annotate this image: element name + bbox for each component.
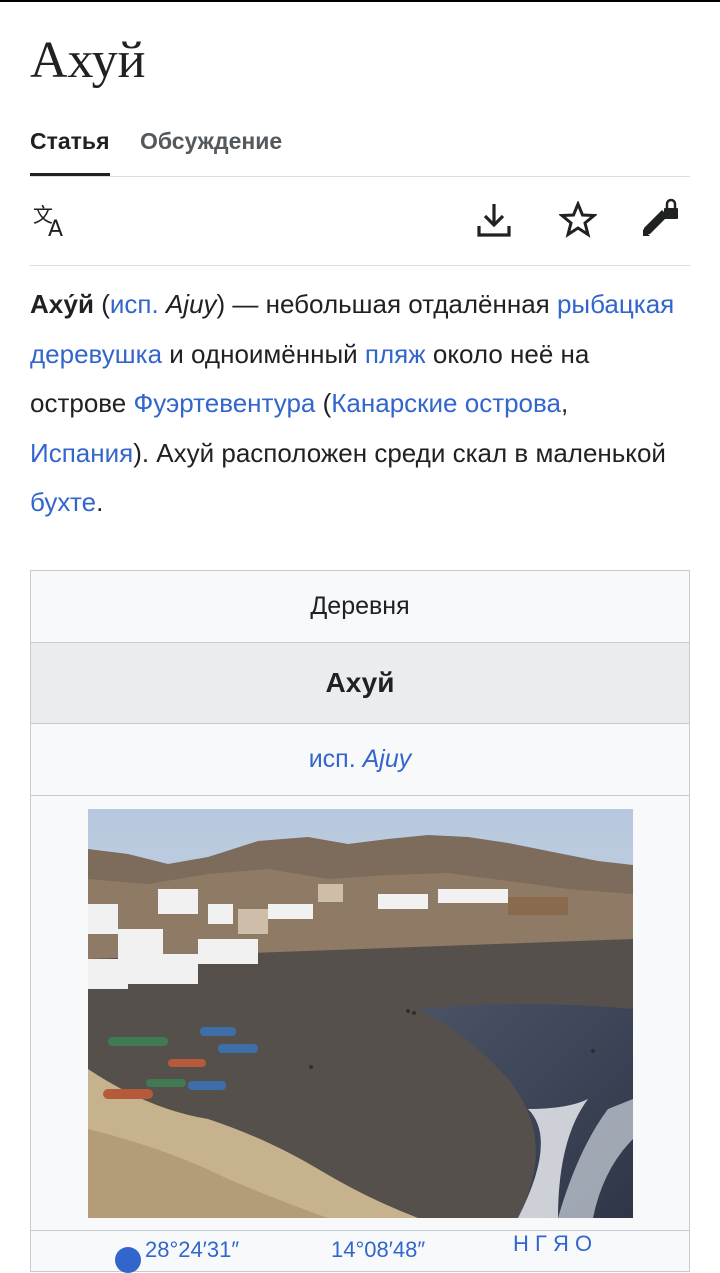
coords-longitude[interactable]: 14°08′48″	[331, 1237, 425, 1263]
village-photo[interactable]	[88, 809, 633, 1218]
page-actions-toolbar: 文 A	[30, 176, 690, 266]
lead-text: ). Ахуй расположен среди скал в маленько…	[133, 437, 666, 468]
globe-icon[interactable]	[115, 1247, 141, 1273]
page-title: Ахуй	[30, 32, 146, 89]
coordinates-row: 28°24′31″ 14°08′48″ Н Г Я О	[31, 1230, 689, 1273]
infobox-title: Ахуй	[31, 643, 689, 724]
infobox: Деревня Ахуй исп. Ajuy 28°24′31″ 14°08′4…	[30, 570, 690, 1273]
lang-link[interactable]: исп.	[110, 289, 159, 319]
star-icon[interactable]	[556, 198, 600, 242]
infobox-native-name: Ajuy	[362, 745, 412, 773]
infobox-original-name: исп. Ajuy	[31, 724, 689, 796]
top-border	[0, 0, 720, 2]
edit-lock-icon[interactable]	[638, 198, 682, 242]
lead-paragraph: Аху́й (исп. Ajuy) — небольшая отдалённая…	[30, 280, 690, 528]
infobox-type: Деревня	[31, 571, 689, 643]
article-name: Аху́й	[30, 289, 94, 319]
lead-text: ,	[561, 388, 569, 419]
link-bay[interactable]: бухте	[30, 487, 96, 517]
lead-text: (	[315, 388, 332, 419]
coords-map-links[interactable]: Н Г Я О	[513, 1231, 592, 1257]
translate-icon[interactable]: 文 A	[30, 198, 74, 242]
lead-text: (	[94, 289, 110, 319]
lead-text: .	[96, 487, 104, 518]
lead-text: ) — небольшая отдалённая	[216, 289, 557, 319]
tab-article[interactable]: Статья	[30, 126, 110, 176]
lead-text: и одноимённый	[162, 338, 365, 369]
download-icon[interactable]	[472, 198, 516, 242]
lead-text	[159, 289, 166, 319]
svg-text:A: A	[48, 217, 63, 238]
native-name: Ajuy	[165, 289, 217, 319]
coords-latitude[interactable]: 28°24′31″	[145, 1237, 239, 1263]
link-spain[interactable]: Испания	[30, 438, 133, 468]
tab-talk[interactable]: Обсуждение	[140, 126, 282, 176]
link-fuerteventura[interactable]: Фуэртевентура	[134, 388, 316, 418]
page-tabs: Статья Обсуждение	[30, 112, 690, 177]
link-canary-islands[interactable]: Канарские острова	[331, 388, 561, 418]
link-beach[interactable]: пляж	[365, 339, 426, 369]
infobox-lang-link[interactable]: исп.	[309, 745, 356, 773]
